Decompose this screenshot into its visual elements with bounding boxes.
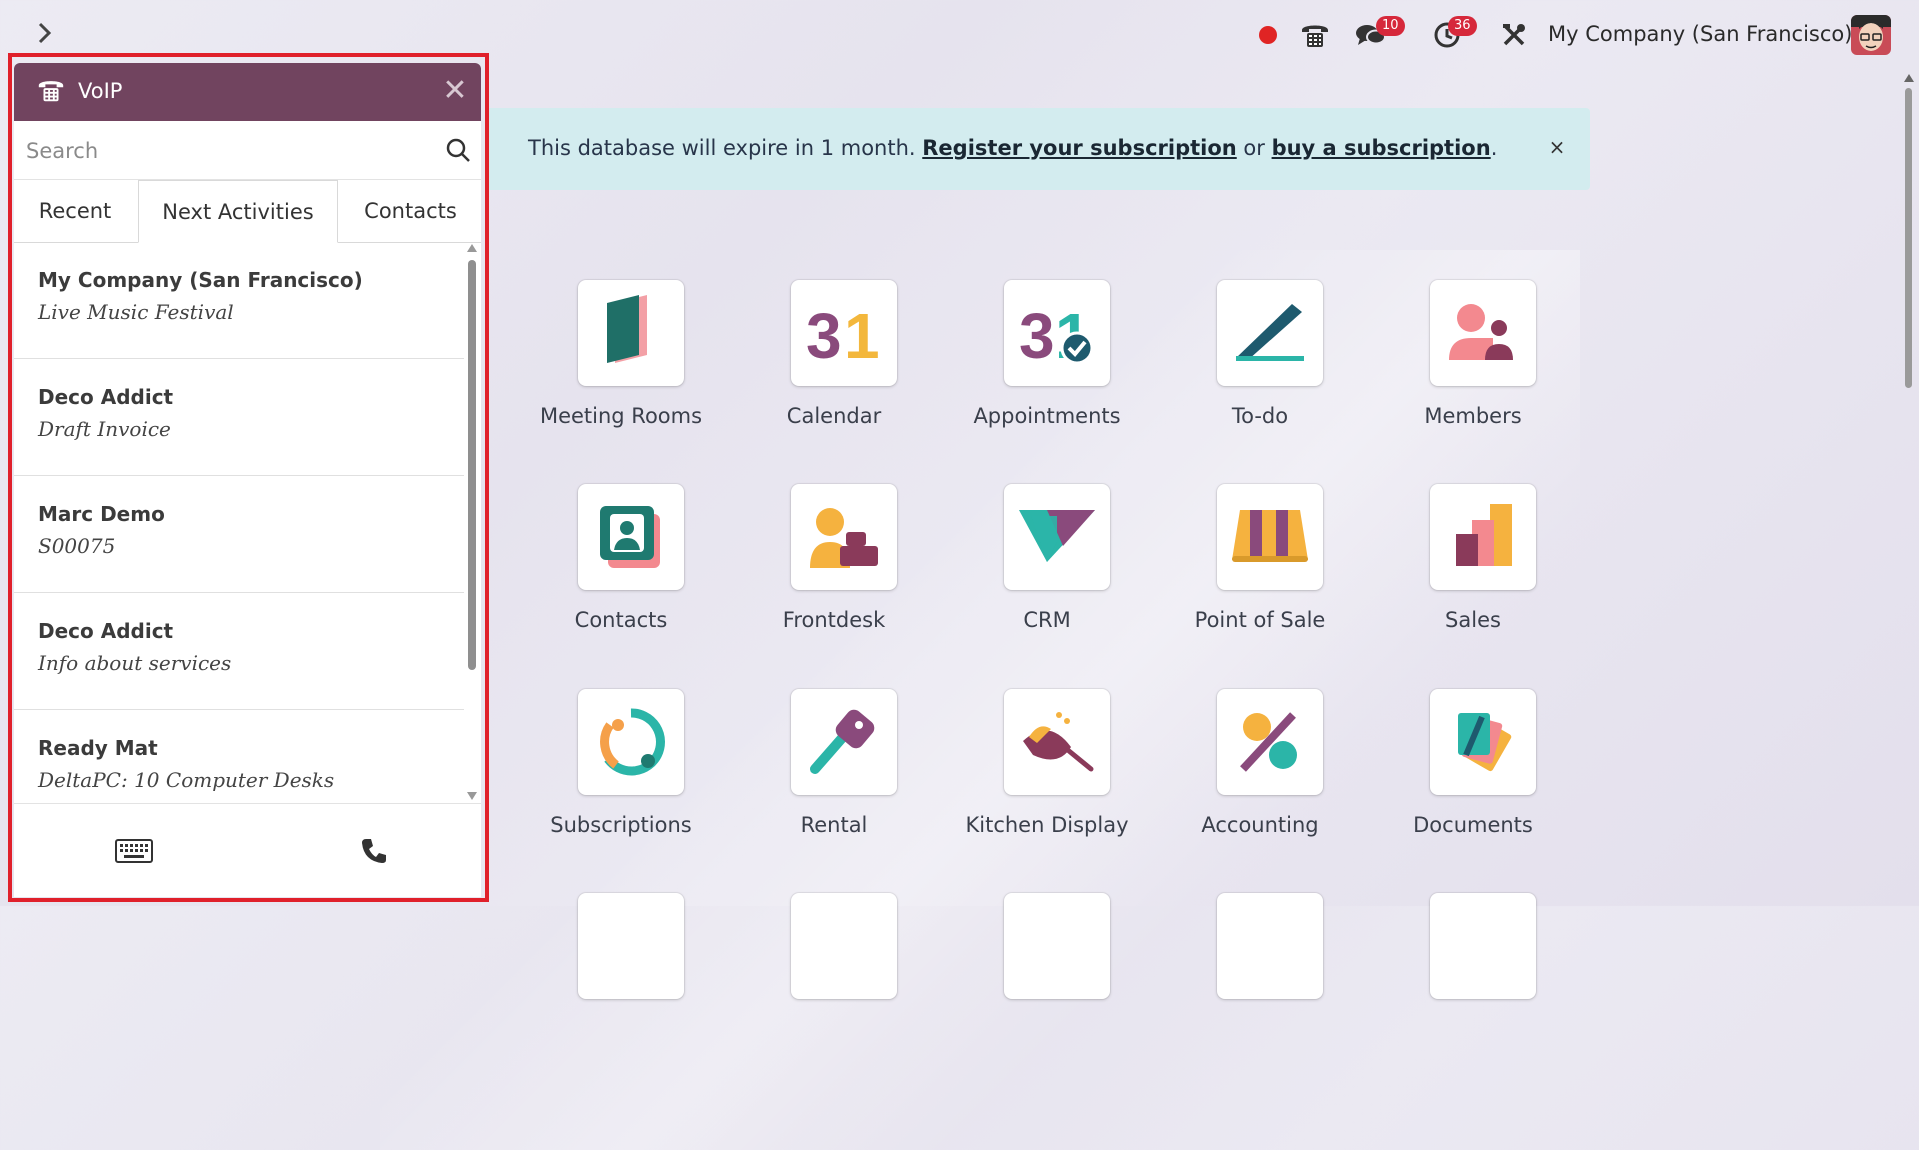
banner-text-end: . xyxy=(1490,136,1498,160)
user-avatar[interactable] xyxy=(1851,15,1891,55)
highlight-outline xyxy=(8,53,489,902)
app-label: To-do xyxy=(1231,404,1289,428)
chevron-right-icon[interactable] xyxy=(30,18,60,48)
app-label: Members xyxy=(1424,404,1522,428)
todo-icon xyxy=(1217,280,1323,386)
app-icon xyxy=(1217,893,1323,999)
app-label: Point of Sale xyxy=(1194,608,1326,632)
app-todo[interactable]: To-do xyxy=(1165,280,1355,450)
kitchen-display-icon xyxy=(1004,689,1110,795)
banner-text-or: or xyxy=(1236,136,1272,160)
app-label: Contacts xyxy=(574,608,668,632)
svg-text:3: 3 xyxy=(806,300,842,368)
app-kitchen-display[interactable]: Kitchen Display xyxy=(952,689,1142,859)
app-label: Kitchen Display xyxy=(965,813,1129,837)
app-label: Appointments xyxy=(973,404,1121,428)
app-label: Frontdesk xyxy=(782,608,886,632)
app-sales[interactable]: Sales xyxy=(1378,484,1568,654)
app-point-of-sale[interactable]: Point of Sale xyxy=(1165,484,1355,654)
subscriptions-icon xyxy=(578,689,684,795)
app-icon xyxy=(1430,893,1536,999)
sales-icon xyxy=(1430,484,1536,590)
app-icon xyxy=(791,893,897,999)
appointments-icon: 31 xyxy=(1004,280,1110,386)
app-calendar[interactable]: 31 Calendar xyxy=(739,280,929,450)
app-row4-partial[interactable] xyxy=(739,893,929,1063)
app-row4-partial[interactable] xyxy=(1378,893,1568,1063)
app-row4-partial[interactable] xyxy=(526,893,716,1063)
app-label: Accounting xyxy=(1201,813,1319,837)
svg-text:3: 3 xyxy=(1019,300,1055,368)
banner-close-button[interactable]: × xyxy=(1544,134,1570,160)
meeting-rooms-icon xyxy=(578,280,684,386)
banner-text: This database will expire in 1 month. xyxy=(528,136,923,160)
app-meeting-rooms[interactable]: Meeting Rooms xyxy=(526,280,716,450)
messages-button[interactable]: 10 xyxy=(1346,16,1405,54)
frontdesk-icon xyxy=(791,484,897,590)
activities-button[interactable]: 36 xyxy=(1422,16,1477,54)
app-appointments[interactable]: 31 Appointments xyxy=(952,280,1142,450)
accounting-icon xyxy=(1217,689,1323,795)
messages-count-badge: 10 xyxy=(1376,16,1405,36)
crm-icon xyxy=(1004,484,1110,590)
debug-tools-icon[interactable] xyxy=(1496,16,1532,54)
app-label: Subscriptions xyxy=(550,813,692,837)
app-label: CRM xyxy=(1023,608,1071,632)
register-subscription-link[interactable]: Register your subscription xyxy=(922,136,1236,160)
point-of-sale-icon xyxy=(1217,484,1323,590)
documents-icon xyxy=(1430,689,1536,795)
activities-count-badge: 36 xyxy=(1448,16,1477,36)
scrollbar-thumb[interactable] xyxy=(1905,88,1912,388)
app-subscriptions[interactable]: Subscriptions xyxy=(526,689,716,859)
scroll-up-arrow-icon[interactable] xyxy=(1904,74,1914,82)
members-icon xyxy=(1430,280,1536,386)
app-frontdesk[interactable]: Frontdesk xyxy=(739,484,929,654)
app-icon xyxy=(578,893,684,999)
app-documents[interactable]: Documents xyxy=(1378,689,1568,859)
app-crm[interactable]: CRM xyxy=(952,484,1142,654)
voip-phone-icon[interactable] xyxy=(1295,16,1335,54)
app-label: Documents xyxy=(1413,813,1533,837)
app-row4-partial[interactable] xyxy=(952,893,1142,1063)
app-row4-partial[interactable] xyxy=(1165,893,1355,1063)
rental-icon xyxy=(791,689,897,795)
banner-message: This database will expire in 1 month. Re… xyxy=(528,136,1497,160)
app-label: Sales xyxy=(1445,608,1501,632)
company-switcher[interactable]: My Company (San Francisco) xyxy=(1548,22,1852,46)
app-rental[interactable]: Rental xyxy=(739,689,929,859)
app-label: Meeting Rooms xyxy=(539,404,703,428)
app-accounting[interactable]: Accounting xyxy=(1165,689,1355,859)
calendar-icon: 31 xyxy=(791,280,897,386)
recording-indicator-icon[interactable] xyxy=(1256,16,1280,54)
buy-subscription-link[interactable]: buy a subscription xyxy=(1272,136,1491,160)
app-contacts[interactable]: Contacts xyxy=(526,484,716,654)
page-scrollbar[interactable] xyxy=(1900,70,1917,906)
contacts-icon xyxy=(578,484,684,590)
svg-text:1: 1 xyxy=(844,300,880,368)
subscription-banner: This database will expire in 1 month. Re… xyxy=(486,108,1590,190)
app-icon xyxy=(1004,893,1110,999)
app-label: Calendar xyxy=(786,404,882,428)
app-label: Rental xyxy=(800,813,868,837)
app-members[interactable]: Members xyxy=(1378,280,1568,450)
